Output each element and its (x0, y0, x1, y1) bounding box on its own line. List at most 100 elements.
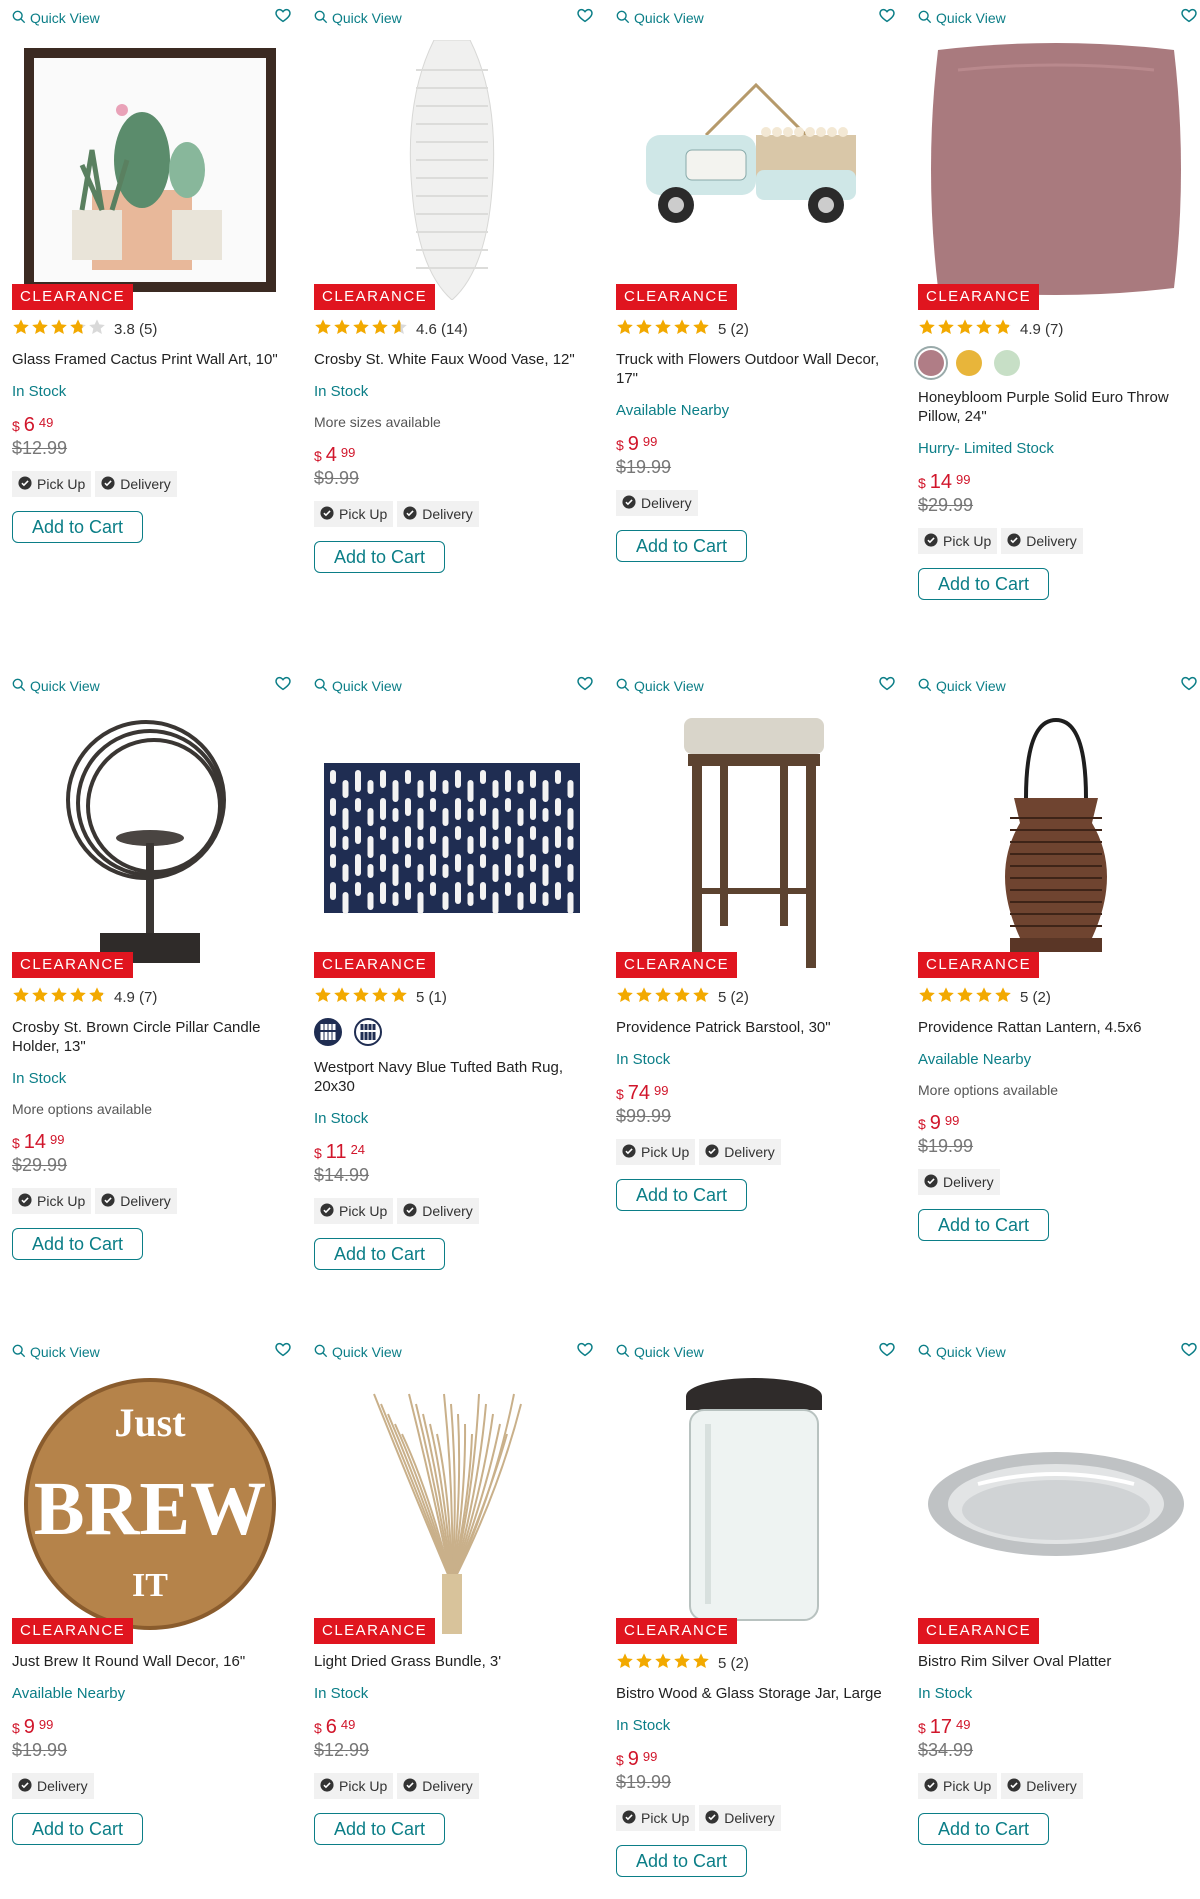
star-icon (50, 318, 68, 341)
product-title[interactable]: Westport Navy Blue Tufted Bath Rug, 20x3… (314, 1058, 599, 1096)
rating[interactable]: 5 (2) (616, 318, 901, 340)
price-cents: 99 (38, 1717, 54, 1732)
product-image[interactable]: Just BREW IT (12, 1374, 288, 1634)
rating[interactable]: 5 (1) (314, 986, 599, 1008)
star-icon (31, 986, 49, 1009)
original-price: $12.99 (314, 1740, 370, 1760)
star-icon (69, 318, 87, 341)
add-to-cart-button[interactable]: Add to Cart (12, 1813, 143, 1845)
add-to-cart-button[interactable]: Add to Cart (12, 1228, 143, 1260)
product-title[interactable]: Bistro Rim Silver Oval Platter (918, 1652, 1200, 1671)
add-to-cart-button[interactable]: Add to Cart (616, 1845, 747, 1877)
rating[interactable]: 4.9 (7) (918, 318, 1200, 340)
product-image[interactable] (918, 40, 1194, 300)
quick-view-label: Quick View (332, 1344, 402, 1360)
quick-view-link[interactable]: Quick View (918, 676, 1006, 696)
add-to-cart-button[interactable]: Add to Cart (918, 568, 1049, 600)
star-icon (692, 318, 710, 341)
rating[interactable]: 5 (2) (616, 986, 901, 1008)
add-to-cart-button[interactable]: Add to Cart (616, 1179, 747, 1211)
search-icon (616, 1344, 630, 1361)
quick-view-link[interactable]: Quick View (616, 676, 704, 696)
add-to-cart-button[interactable]: Add to Cart (314, 541, 445, 573)
star-icon (956, 318, 974, 341)
star-icon (390, 986, 408, 1009)
quick-view-label: Quick View (30, 678, 100, 694)
product-details: 4.9 (7) Crosby St. Brown Circle Pillar Ca… (12, 986, 297, 1260)
heart-icon[interactable] (274, 674, 292, 692)
color-swatch[interactable] (914, 346, 948, 380)
heart-icon[interactable] (878, 674, 896, 692)
product-image[interactable] (918, 708, 1194, 968)
quick-view-link[interactable]: Quick View (12, 8, 100, 28)
product-title[interactable]: Light Dried Grass Bundle, 3' (314, 1652, 599, 1671)
color-swatches (914, 346, 1200, 380)
sale-price: $9 99 (918, 1112, 1200, 1136)
product-title[interactable]: Crosby St. White Faux Wood Vase, 12" (314, 350, 599, 369)
rating[interactable]: 5 (2) (616, 1652, 901, 1674)
price-cents: 99 (944, 1113, 960, 1128)
heart-icon[interactable] (878, 6, 896, 24)
rating[interactable]: 3.8 (5) (12, 318, 297, 340)
pattern-swatch[interactable] (354, 1018, 382, 1046)
add-to-cart-button[interactable]: Add to Cart (616, 530, 747, 562)
rating[interactable]: 4.9 (7) (12, 986, 297, 1008)
pattern-swatch[interactable] (314, 1018, 342, 1046)
fulfillment-options: Pick Up Delivery (12, 1188, 297, 1214)
quick-view-link[interactable]: Quick View (616, 8, 704, 28)
add-to-cart-button[interactable]: Add to Cart (314, 1238, 445, 1270)
color-swatch[interactable] (956, 350, 982, 376)
product-details: 5 (2) Bistro Wood & Glass Storage Jar, La… (616, 1652, 901, 1877)
product-title[interactable]: Crosby St. Brown Circle Pillar Candle Ho… (12, 1018, 297, 1056)
add-to-cart-button[interactable]: Add to Cart (12, 511, 143, 543)
sale-price: $6 49 (12, 414, 297, 438)
quick-view-link[interactable]: Quick View (12, 1342, 100, 1362)
heart-icon[interactable] (576, 6, 594, 24)
quick-view-link[interactable]: Quick View (918, 1342, 1006, 1362)
add-to-cart-button[interactable]: Add to Cart (314, 1813, 445, 1845)
quick-view-link[interactable]: Quick View (616, 1342, 704, 1362)
quick-view-link[interactable]: Quick View (314, 8, 402, 28)
heart-icon[interactable] (576, 674, 594, 692)
heart-icon[interactable] (878, 1340, 896, 1358)
product-title[interactable]: Bistro Wood & Glass Storage Jar, Large (616, 1684, 901, 1703)
search-icon (314, 10, 328, 27)
rating-count: 5 (1) (416, 988, 447, 1006)
rating[interactable]: 5 (2) (918, 986, 1200, 1008)
product-image[interactable] (616, 40, 892, 300)
heart-icon[interactable] (1180, 6, 1198, 24)
heart-icon[interactable] (576, 1340, 594, 1358)
product-image[interactable] (314, 40, 590, 300)
pickup-chip: Pick Up (314, 1198, 394, 1224)
product-title[interactable]: Providence Patrick Barstool, 30" (616, 1018, 901, 1037)
product-image[interactable] (616, 1374, 892, 1634)
quick-view-link[interactable]: Quick View (12, 676, 100, 696)
price-currency: $ (12, 1720, 20, 1736)
product-title[interactable]: Glass Framed Cactus Print Wall Art, 10" (12, 350, 297, 369)
product-title[interactable]: Just Brew It Round Wall Decor, 16" (12, 1652, 297, 1671)
product-image[interactable] (918, 1374, 1194, 1634)
product-image[interactable] (314, 1374, 590, 1634)
heart-icon[interactable] (274, 1340, 292, 1358)
product-image[interactable] (12, 40, 288, 300)
add-to-cart-button[interactable]: Add to Cart (918, 1813, 1049, 1845)
delivery-chip: Delivery (918, 1169, 1000, 1195)
star-icon (635, 986, 653, 1009)
product-image[interactable] (616, 708, 892, 968)
product-title[interactable]: Providence Rattan Lantern, 4.5x6 (918, 1018, 1200, 1037)
rating[interactable]: 4.6 (14) (314, 318, 599, 340)
product-image[interactable] (12, 708, 288, 968)
color-swatch[interactable] (994, 350, 1020, 376)
add-to-cart-button[interactable]: Add to Cart (918, 1209, 1049, 1241)
heart-icon[interactable] (1180, 674, 1198, 692)
heart-icon[interactable] (274, 6, 292, 24)
quick-view-link[interactable]: Quick View (314, 676, 402, 696)
product-title[interactable]: Honeybloom Purple Solid Euro Throw Pillo… (918, 388, 1200, 426)
rating-count: 4.9 (7) (1020, 320, 1064, 338)
product-title[interactable]: Truck with Flowers Outdoor Wall Decor, 1… (616, 350, 901, 388)
quick-view-link[interactable]: Quick View (314, 1342, 402, 1362)
product-image[interactable] (314, 708, 590, 968)
heart-icon[interactable] (1180, 1340, 1198, 1358)
quick-view-link[interactable]: Quick View (918, 8, 1006, 28)
delivery-label: Delivery (641, 495, 692, 511)
